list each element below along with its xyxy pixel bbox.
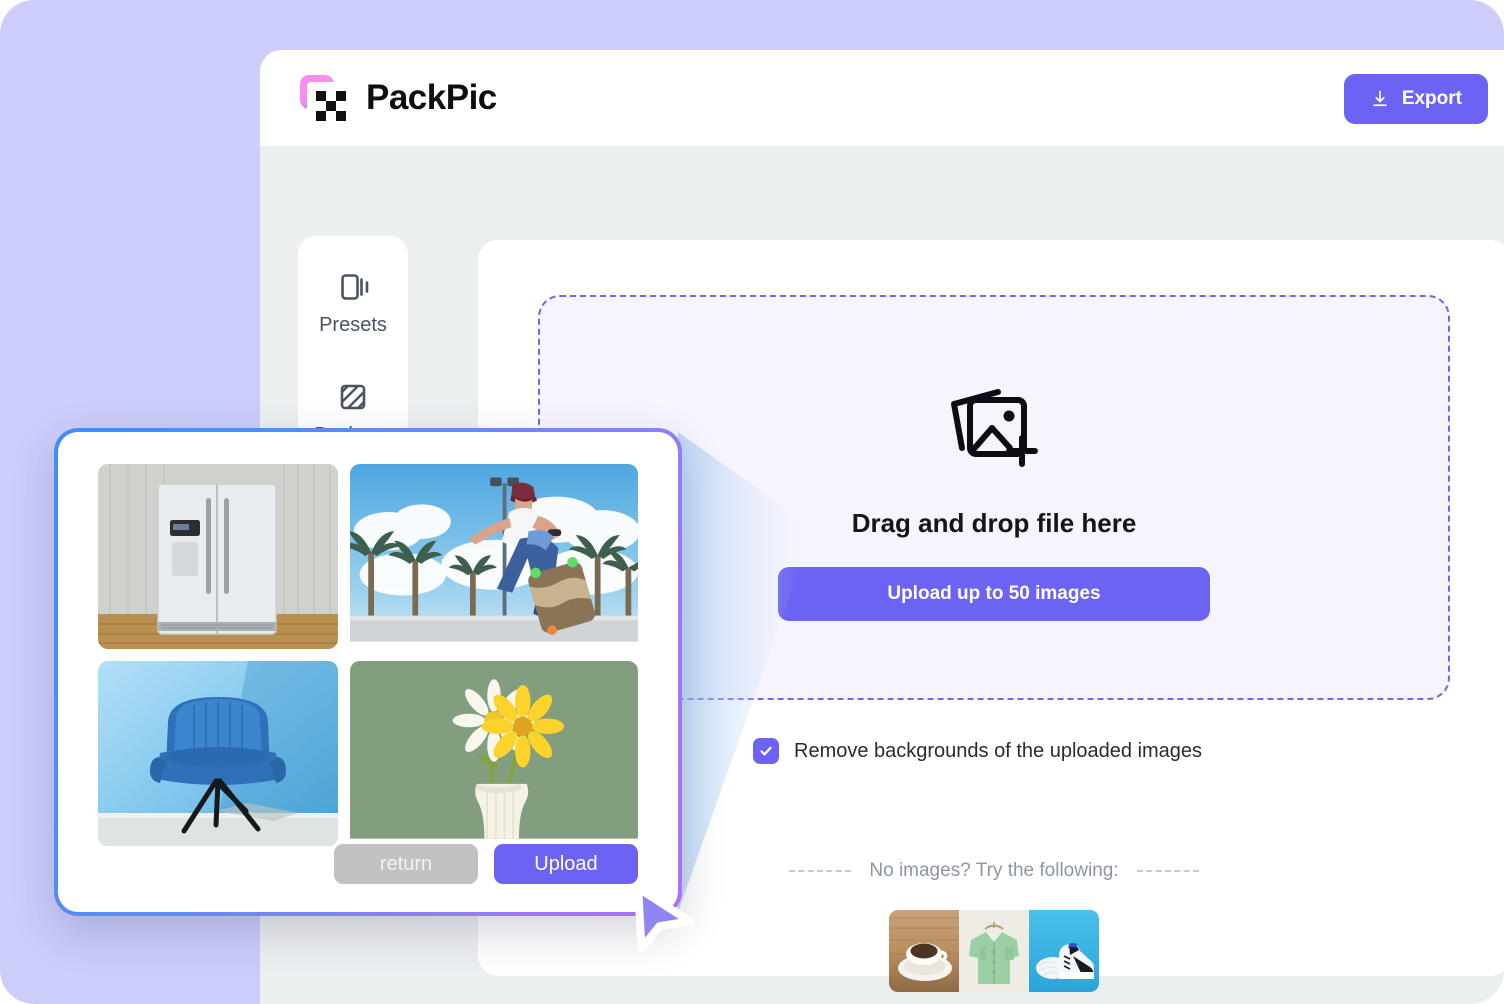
- blue-chair-tile[interactable]: [98, 661, 338, 846]
- check-icon: [758, 743, 774, 759]
- remove-backgrounds-label: Remove backgrounds of the uploaded image…: [794, 739, 1203, 762]
- dialog-upload-button[interactable]: Upload: [494, 844, 638, 884]
- remove-backgrounds-row[interactable]: Remove backgrounds of the uploaded image…: [753, 738, 1202, 764]
- background-hatch-icon: [336, 380, 370, 414]
- presets-carousel-icon: [333, 270, 373, 304]
- dropzone-title: Drag and drop file here: [851, 508, 1137, 538]
- suggestions-heading: No images? Try the following:: [789, 860, 1199, 882]
- flower-vase-tile[interactable]: [350, 661, 638, 846]
- sidebar-item-presets-label: Presets: [319, 313, 387, 336]
- return-button[interactable]: return: [334, 844, 478, 884]
- packpic-logo-icon: [298, 73, 348, 123]
- brand: PackPic: [298, 73, 497, 123]
- divider-right: [1136, 870, 1199, 872]
- file-picker-body: return Upload: [58, 432, 678, 912]
- green-shirt-thumbnail[interactable]: [959, 910, 1029, 992]
- refrigerator-tile[interactable]: [98, 464, 338, 649]
- screenshot-canvas: PackPic Export Presets Drag and drop fil…: [0, 0, 1504, 1004]
- download-icon: [1370, 89, 1390, 109]
- skateboarder-tile[interactable]: [350, 464, 638, 649]
- export-button-label: Export: [1401, 88, 1462, 109]
- upload-images-button[interactable]: Upload up to 50 images: [778, 567, 1210, 621]
- add-images-icon: [940, 374, 1048, 482]
- app-title: PackPic: [366, 78, 497, 117]
- file-grid: [98, 464, 638, 846]
- export-button[interactable]: Export: [1343, 74, 1488, 124]
- remove-backgrounds-checkbox[interactable]: [753, 738, 779, 764]
- sneakers-thumbnail[interactable]: [1029, 910, 1099, 992]
- coffee-cup-thumbnail[interactable]: [889, 910, 959, 992]
- file-dialog-actions: return Upload: [334, 844, 638, 884]
- app-header: PackPic Export: [260, 50, 1504, 146]
- sidebar-item-presets[interactable]: Presets: [298, 248, 408, 358]
- suggestion-thumbnails: [889, 910, 1099, 992]
- divider-left: [789, 870, 852, 872]
- suggestions-heading-label: No images? Try the following:: [869, 860, 1119, 881]
- file-picker-dialog: return Upload: [54, 428, 682, 916]
